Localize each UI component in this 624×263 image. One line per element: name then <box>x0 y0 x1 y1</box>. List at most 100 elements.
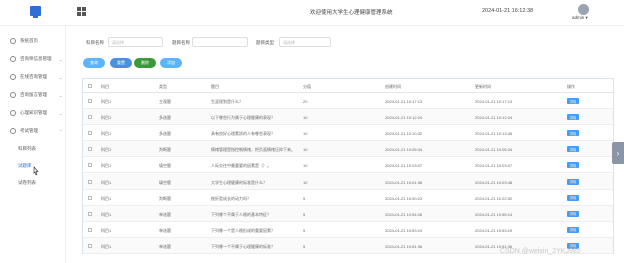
row-checkbox[interactable] <box>88 115 92 120</box>
chevron-right-icon[interactable]: › <box>612 142 624 164</box>
detail-button[interactable]: 详情 <box>567 98 579 104</box>
col-subject: 科目 <box>101 84 109 89</box>
cell-question: 大学生心理健康的标准是什么？ <box>211 179 267 185</box>
cell-updated: 2024-01-21 10:03:07 <box>475 163 513 169</box>
detail-button[interactable]: 详情 <box>567 226 579 233</box>
row-checkbox[interactable] <box>88 147 92 152</box>
cell-type: 单选题 <box>159 243 171 249</box>
detail-button[interactable]: 详情 <box>567 162 579 169</box>
sidebar-item-consult[interactable]: 在线咨询管理 ⌄ <box>0 70 66 84</box>
cell-created: 2024-01-21 10:05:34 <box>385 147 423 153</box>
type-filter-label: 题目类型 <box>256 40 274 45</box>
cell-updated: 2024-01-21 10:12:24 <box>475 115 513 121</box>
system-title: 欢迎使用大学生心理健康管理系统 <box>310 10 393 16</box>
pointer-cursor-icon <box>33 166 39 176</box>
cell-created: 2024-01-21 10:51:36 <box>385 243 423 249</box>
cell-type: 判断题 <box>159 195 171 201</box>
question-name-input[interactable] <box>192 37 248 47</box>
cell-subject: 科目1 <box>101 99 112 104</box>
cell-subject: 科目1 <box>101 211 112 217</box>
table-row: 科目1 填空题 大学生心理健康的标准是什么？ 10 2024-01-21 10:01:3… <box>83 173 613 190</box>
sidebar-item-label: 心理知识管理 <box>20 110 47 115</box>
chevron-down-icon: ⌄ <box>59 92 63 98</box>
sidebar-item-exam[interactable]: 考试管理 ⌃ <box>0 124 66 138</box>
delete-button[interactable]: 删除 <box>134 58 156 68</box>
cell-updated: 2024-01-21 10:13:45 <box>475 131 513 137</box>
cell-score: 10 <box>303 163 308 169</box>
row-checkbox[interactable] <box>88 99 92 103</box>
sidebar-subitem-subjects[interactable]: 科目列表 <box>18 146 36 152</box>
detail-button[interactable]: 详情 <box>567 146 579 153</box>
user-menu[interactable]: admin ▾ <box>572 15 588 21</box>
row-checkbox[interactable] <box>88 179 92 184</box>
col-type: 类型 <box>159 84 167 89</box>
detail-button[interactable]: 详情 <box>567 114 579 121</box>
select-all-checkbox[interactable] <box>88 84 92 88</box>
cell-created: 2024-01-21 10:12:24 <box>385 115 423 121</box>
sidebar-item-message[interactable]: 咨询留言管理 ⌄ <box>0 88 66 102</box>
user-name: admin <box>572 15 585 20</box>
cell-subject: 科目1 <box>101 115 112 121</box>
sidebar-item-label: 咨询师信息管理 <box>20 56 52 61</box>
detail-button[interactable]: 详情 <box>567 130 579 137</box>
cell-question: 情绪管理是指控制情绪，把负面情绪压抑下来。 <box>211 147 295 153</box>
search-button[interactable]: 查询 <box>83 58 105 68</box>
table-row: 科目1 多选题 具有良好心理素质的人有哪些表现？ 10 2024-01-21 10:10… <box>83 125 613 142</box>
sidebar-subitem-question-bank[interactable]: 试题库 <box>18 163 32 169</box>
detail-button[interactable]: 详情 <box>567 178 579 185</box>
row-checkbox[interactable] <box>88 227 92 232</box>
row-checkbox[interactable] <box>88 163 92 168</box>
cell-question: 以下哪些行为属于心理健康的表现？ <box>211 115 275 121</box>
subject-filter-label: 科目名称 <box>86 40 104 45</box>
cell-question: 生涯规划是什么？ <box>211 99 243 104</box>
table-row: 科目1 判断题 挫折是成长的动力吗？ 5 2024-01-21 10:00:23 2024… <box>83 190 613 206</box>
cell-subject: 科目1 <box>101 131 112 137</box>
monitor-icon <box>30 6 41 18</box>
cell-question: 下列哪一个是人格形成的重要因素？ <box>211 227 275 233</box>
cell-score: 5 <box>303 227 306 233</box>
cell-subject: 科目1 <box>101 243 112 249</box>
chat-icon <box>10 74 16 80</box>
cell-score: 5 <box>303 195 306 201</box>
table-row: 科目1 判断题 情绪管理是指控制情绪，把负面情绪压抑下来。 10 2024-01-21 … <box>83 141 613 158</box>
table-row: 科目1 多选题 以下哪些行为属于心理健康的表现？ 10 2024-01-21 10:12… <box>83 109 613 126</box>
cell-type: 单选题 <box>159 227 171 233</box>
avatar[interactable] <box>578 4 589 15</box>
cell-question: 挫折是成长的动力吗？ <box>211 195 251 201</box>
row-checkbox[interactable] <box>88 195 92 200</box>
detail-button[interactable]: 详情 <box>567 210 579 217</box>
cell-updated: 2024-01-21 10:03:48 <box>475 179 513 185</box>
cell-score: 10 <box>303 179 308 185</box>
add-button[interactable]: 添加 <box>160 58 182 68</box>
type-select[interactable]: 请选择 <box>279 37 331 47</box>
cell-score: 10 <box>303 147 308 153</box>
sidebar-item-home[interactable]: 系统首页 <box>0 34 66 48</box>
row-checkbox[interactable] <box>88 211 92 216</box>
subject-select[interactable]: 请选择 <box>108 37 163 47</box>
exam-icon <box>10 128 16 134</box>
cell-question: 具有良好心理素质的人有哪些表现？ <box>211 131 275 137</box>
top-bar: 欢迎使用大学生心理健康管理系统 2024-01-21 16:12:38 admi… <box>0 0 624 26</box>
cell-created: 2024-01-21 10:17:13 <box>385 99 423 104</box>
cell-created: 2024-01-21 10:00:23 <box>385 195 423 201</box>
cell-subject: 科目1 <box>101 227 112 233</box>
sidebar-subitem-papers[interactable]: 试卷列表 <box>18 180 36 186</box>
reset-button[interactable]: 重置 <box>110 58 132 68</box>
sidebar-item-counselor[interactable]: 咨询师信息管理 ⌄ <box>0 52 66 66</box>
chevron-up-icon: ⌃ <box>59 128 63 134</box>
cell-subject: 科目1 <box>101 163 112 169</box>
apps-grid-icon[interactable] <box>77 7 86 16</box>
cell-type: 多选题 <box>159 115 171 121</box>
cell-created: 2024-01-21 10:03:07 <box>385 163 423 169</box>
message-icon <box>10 92 16 98</box>
cell-created: 2024-01-21 10:54:26 <box>385 211 423 217</box>
detail-button[interactable]: 详情 <box>567 194 579 201</box>
table-row: 科目1 填空题 人际交往中最重要的因素是（）。 10 2024-01-21 10:03:… <box>83 157 613 174</box>
sidebar-item-label: 系统首页 <box>20 38 38 43</box>
cell-type: 填空题 <box>159 163 171 169</box>
row-checkbox[interactable] <box>88 243 92 248</box>
sidebar-item-knowledge[interactable]: 心理知识管理 ⌄ <box>0 106 66 120</box>
current-datetime: 2024-01-21 16:12:38 <box>482 8 534 14</box>
table-row: 科目1 主观题 生涯规划是什么？ 20 2024-01-21 10:17:13 2024-… <box>83 93 613 110</box>
row-checkbox[interactable] <box>88 131 92 136</box>
